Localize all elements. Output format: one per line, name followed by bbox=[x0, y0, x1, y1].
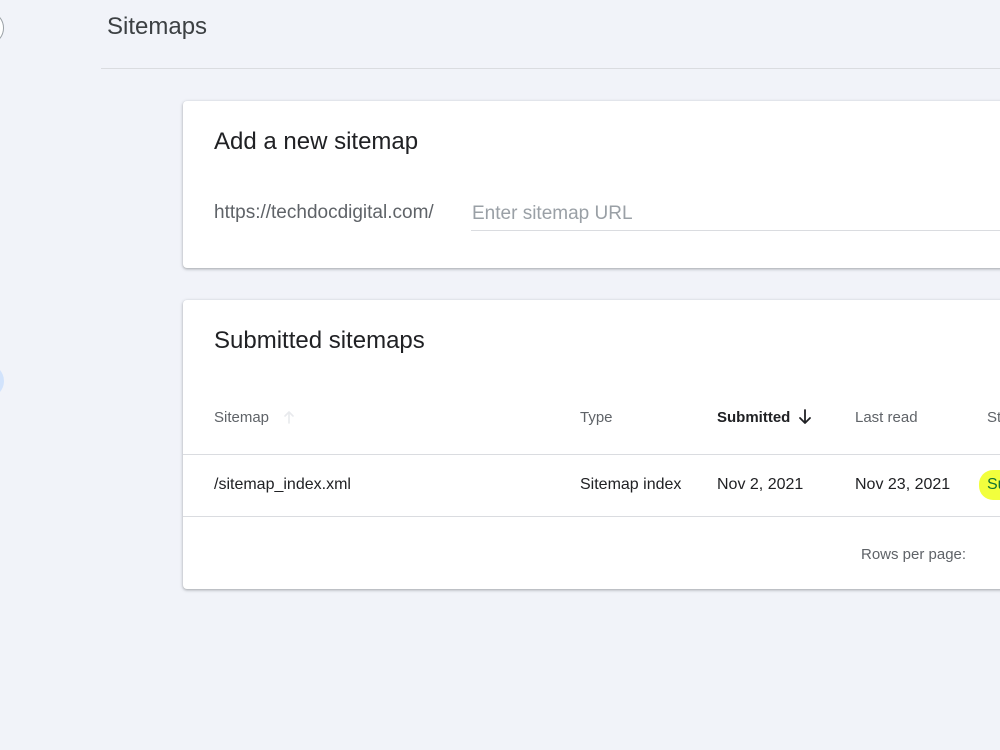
column-header-last-read[interactable]: Last read bbox=[855, 408, 918, 428]
sitemap-url-prefix: https://techdocdigital.com/ bbox=[214, 202, 434, 223]
submitted-sitemaps-card: Submitted sitemaps Sitemap Type Submitte… bbox=[183, 300, 1000, 589]
cell-last-read: Nov 23, 2021 bbox=[855, 476, 951, 493]
arrow-down-icon[interactable] bbox=[797, 407, 813, 427]
nav-active-indicator[interactable] bbox=[0, 364, 4, 398]
rows-per-page-label: Rows per page: bbox=[861, 546, 967, 563]
cell-type: Sitemap index bbox=[580, 476, 682, 493]
header-divider bbox=[101, 68, 1000, 69]
cell-submitted: Nov 2, 2021 bbox=[717, 476, 804, 493]
column-header-sitemap[interactable]: Sitemap bbox=[214, 408, 269, 428]
column-header-status[interactable]: St bbox=[987, 408, 1000, 428]
page-title: Sitemaps bbox=[107, 13, 208, 40]
cell-sitemap[interactable]: /sitemap_index.xml bbox=[214, 475, 351, 495]
column-header-submitted[interactable]: Submitted bbox=[717, 408, 790, 428]
table-header-divider bbox=[183, 454, 1000, 455]
table-row-divider bbox=[183, 516, 1000, 517]
add-sitemap-card: Add a new sitemap https://techdocdigital… bbox=[183, 101, 1000, 268]
nav-circle-button[interactable] bbox=[0, 11, 4, 45]
submitted-sitemaps-title: Submitted sitemaps bbox=[214, 327, 425, 354]
sitemap-url-input[interactable] bbox=[471, 197, 1000, 231]
column-header-type[interactable]: Type bbox=[580, 408, 613, 428]
arrow-up-icon bbox=[284, 411, 294, 424]
add-sitemap-title: Add a new sitemap bbox=[214, 128, 419, 155]
page: Sitemaps Add a new sitemap https://techd… bbox=[0, 0, 1000, 750]
status-badge: Su bbox=[979, 470, 1000, 500]
